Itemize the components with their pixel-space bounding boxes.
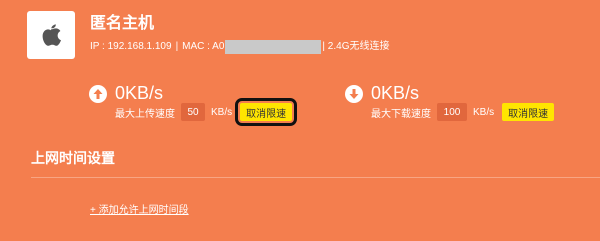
upload-limit-label: 最大上传速度 [115,108,175,120]
arrow-down-circle-icon [345,85,363,103]
arrow-up-circle-icon [89,85,107,103]
section-divider [31,177,600,178]
download-limit-row: 最大下载速度 100 KB/s 取消限速 [371,103,555,121]
info-separator: | [175,41,179,52]
mac-redaction [225,40,322,54]
download-limit-unit: KB/s [473,106,495,118]
download-limit-input[interactable]: 100 [437,103,467,121]
device-icon [27,11,75,59]
device-info: IP : 192.168.1.109 | MAC : A0 | 2.4G无线连接 [90,40,389,54]
ip-address: IP : 192.168.1.109 [90,41,172,52]
upload-cancel-limit-button[interactable]: 取消限速 [235,98,298,126]
download-cancel-limit-button[interactable]: 取消限速 [502,103,555,121]
upload-limit-input[interactable]: 50 [181,103,205,121]
mac-address: MAC : A0 [182,41,225,52]
download-speed: 0KB/s [371,83,420,103]
upload-limit-row: 最大上传速度 50 KB/s 取消限速 [115,98,298,126]
add-time-slot-link[interactable]: + 添加允许上网时间段 [90,204,189,218]
connection-type: | 2.4G无线连接 [322,41,390,52]
apple-icon [42,24,61,46]
schedule-section-title: 上网时间设置 [31,150,115,166]
upload-speed: 0KB/s [115,83,164,103]
upload-limit-unit: KB/s [211,106,233,118]
download-limit-label: 最大下载速度 [371,108,431,120]
device-name: 匿名主机 [90,15,155,32]
